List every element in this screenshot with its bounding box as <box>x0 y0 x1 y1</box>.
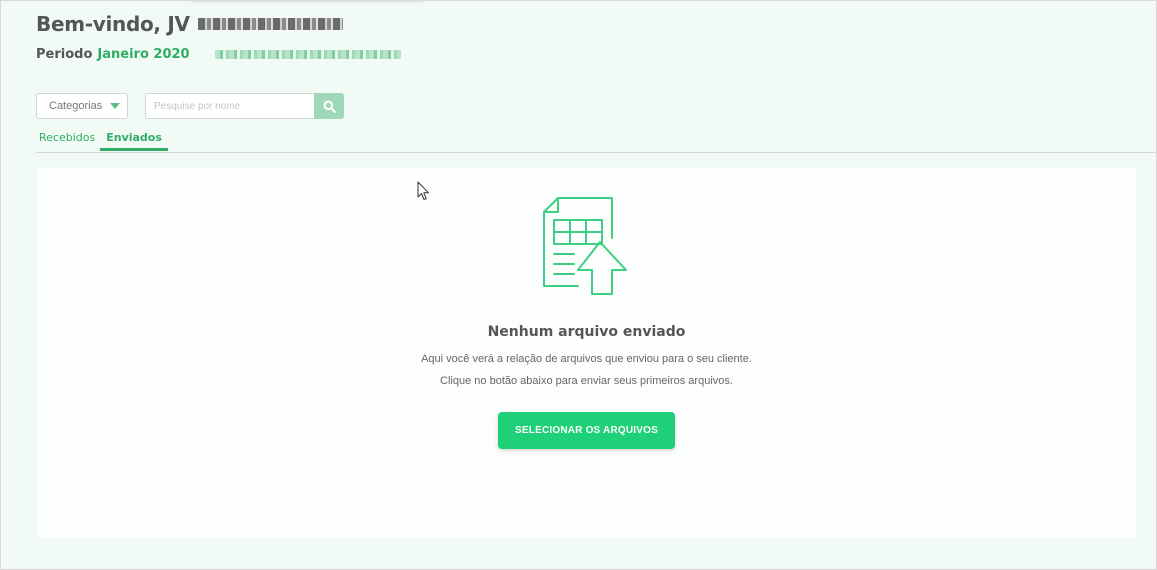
tab-divider <box>36 152 1156 153</box>
welcome-text: Bem-vindo, JV <box>36 12 190 36</box>
categories-label: Categorias <box>49 100 103 112</box>
categories-dropdown[interactable]: Categorias <box>36 93 128 119</box>
select-files-button[interactable]: SELECIONAR OS ARQUIVOS <box>498 412 675 449</box>
tab-enviados[interactable]: Enviados <box>100 129 168 151</box>
tab-recebidos[interactable]: Recebidos <box>36 129 98 151</box>
empty-state-title: Nenhum arquivo enviado <box>487 324 686 340</box>
tab-bar: Recebidos Enviados <box>36 129 168 151</box>
search-input[interactable] <box>145 93 314 119</box>
period-label: Periodo <box>36 47 93 62</box>
search-box <box>145 93 344 119</box>
search-icon <box>323 100 336 113</box>
file-upload-icon <box>543 197 627 295</box>
content-panel: Nenhum arquivo enviado Aqui você verá a … <box>37 168 1136 538</box>
mouse-cursor-icon <box>417 181 429 200</box>
page-header: Bem-vindo, JV <box>36 9 343 39</box>
period-row: Periodo Janeiro 2020 <box>36 47 401 62</box>
redacted-period-info <box>214 50 401 59</box>
redacted-company-name <box>197 18 343 30</box>
page-title: Bem-vindo, JV <box>36 9 343 39</box>
period-month-link[interactable]: Janeiro 2020 <box>97 47 189 62</box>
empty-state-description-1: Aqui você verá a relação de arquivos que… <box>421 353 752 365</box>
empty-state-description-2: Clique no botão abaixo para enviar seus … <box>440 375 733 387</box>
top-decoration-line <box>191 1 423 3</box>
chevron-down-icon <box>110 103 121 109</box>
search-button[interactable] <box>314 93 344 119</box>
